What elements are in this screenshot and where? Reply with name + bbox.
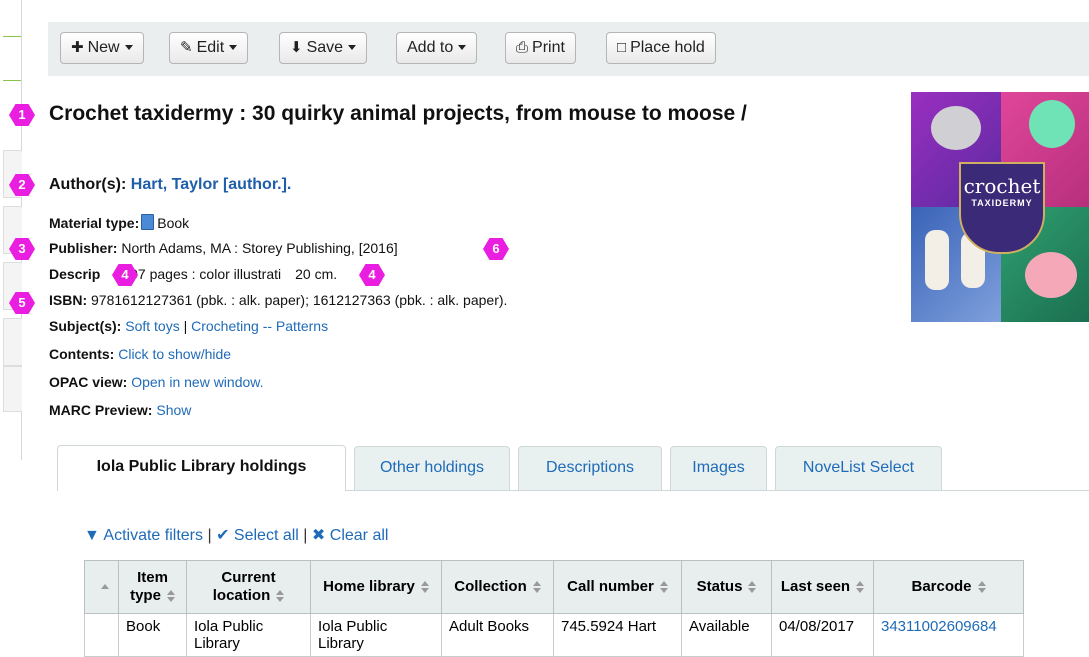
filter-icon: ▼	[84, 527, 100, 544]
publisher-line: Publisher: North Adams, MA : Storey Publ…	[49, 240, 398, 256]
column-header-last-seen[interactable]: Last seen	[771, 560, 874, 614]
author-link[interactable]: Hart, Taylor [author.].	[131, 176, 292, 193]
column-header-home-library[interactable]: Home library	[310, 560, 442, 614]
caret-down-icon	[229, 45, 238, 51]
plus-icon: ✚	[71, 39, 84, 56]
place-hold-button[interactable]: □ Place hold	[606, 32, 716, 64]
tab-other-holdings[interactable]: Other holdings	[354, 446, 510, 490]
sidebar-tab[interactable]	[3, 318, 22, 366]
cell-collection: Adult Books	[441, 613, 554, 657]
tab-descriptions[interactable]: Descriptions	[518, 446, 662, 490]
sort-icon	[856, 581, 865, 594]
subject-link[interactable]: Soft toys	[125, 318, 179, 334]
save-button[interactable]: ⬇ Save	[279, 32, 368, 64]
tab-iola-holdings[interactable]: Iola Public Library holdings	[57, 445, 346, 491]
printer-icon: ⎙	[516, 39, 529, 56]
table-header-row: Item type Current location Home library …	[84, 560, 1024, 614]
tab-images[interactable]: Images	[670, 446, 767, 490]
sort-icon	[977, 581, 986, 594]
sort-icon	[748, 581, 757, 594]
book-icon	[141, 214, 155, 230]
close-icon: ✖	[311, 527, 326, 544]
tab-novelist-select[interactable]: NoveList Select	[775, 446, 942, 490]
add-to-button[interactable]: Add to	[396, 32, 478, 64]
cell-barcode: 34311002609684	[873, 613, 1024, 657]
author-line: Author(s): Hart, Taylor [author.].	[49, 176, 292, 193]
description-line: Descrip 207 pages : color illustrati 20 cm…	[49, 266, 338, 282]
sticky-note-icon: □	[617, 39, 627, 56]
callout-marker: 6	[483, 238, 509, 260]
column-header-status[interactable]: Status	[681, 560, 772, 614]
caret-down-icon	[124, 45, 133, 51]
marc-preview-link[interactable]: Show	[156, 402, 191, 418]
cover-subtitle: TAXIDERMY	[971, 198, 1033, 208]
sidebar-accent	[3, 80, 21, 81]
sort-icon	[659, 581, 668, 594]
sort-asc-icon	[100, 583, 109, 591]
cell-home-library: Iola Public Library	[310, 613, 442, 657]
row-select-cell[interactable]	[84, 613, 119, 657]
cover-title: crochet	[963, 174, 1041, 198]
callout-marker: 4	[359, 264, 385, 286]
select-all-link[interactable]: ✔ Select all	[216, 527, 299, 544]
sort-icon	[276, 590, 285, 603]
subjects-line: Subject(s): Soft toys | Crocheting -- Pa…	[49, 318, 329, 334]
caret-down-icon	[458, 45, 467, 51]
opac-view-line: OPAC view: Open in new window.	[49, 374, 264, 390]
table-row: Book Iola Public Library Iola Public Lib…	[84, 613, 1024, 657]
cell-call-number: 745.5924 Hart	[553, 613, 682, 657]
select-column-header[interactable]	[84, 560, 119, 614]
column-header-barcode[interactable]: Barcode	[873, 560, 1024, 614]
pencil-icon: ✎	[180, 39, 193, 56]
cell-status: Available	[681, 613, 772, 657]
record-toolbar: ✚ New ✎ Edit ⬇ Save Add to ⎙ Print □ Place ho…	[48, 22, 1089, 76]
caret-down-icon	[348, 45, 357, 51]
column-header-call-number[interactable]: Call number	[553, 560, 682, 614]
sidebar-accent	[3, 36, 21, 37]
contents-toggle-link[interactable]: Click to show/hide	[118, 346, 231, 362]
left-sidebar-strip	[0, 0, 22, 652]
subject-link[interactable]: Crocheting -- Patterns	[191, 318, 328, 334]
clear-all-link[interactable]: ✖ Clear all	[312, 527, 389, 544]
sidebar-tab[interactable]	[3, 366, 22, 412]
column-header-collection[interactable]: Collection	[441, 560, 554, 614]
holdings-filter-bar: ▼ Activate filters | ✔ Select all | ✖ Cl…	[84, 527, 389, 544]
opac-view-link[interactable]: Open in new window.	[131, 374, 263, 390]
checkmark-icon: ✔	[216, 527, 230, 544]
record-title: Crochet taxidermy : 30 quirky animal pro…	[49, 102, 747, 125]
cell-item-type: Book	[118, 613, 187, 657]
book-cover-image[interactable]: crochet TAXIDERMY	[911, 92, 1089, 322]
holdings-table: Item type Current location Home library …	[84, 560, 1024, 657]
contents-line: Contents: Click to show/hide	[49, 346, 232, 362]
marc-preview-line: MARC Preview: Show	[49, 402, 192, 418]
print-button[interactable]: ⎙ Print	[505, 32, 576, 64]
isbn-line: ISBN: 9781612127361 (pbk. : alk. paper);…	[49, 292, 508, 308]
download-icon: ⬇	[290, 39, 303, 56]
cell-last-seen: 04/08/2017	[771, 613, 874, 657]
activate-filters-link[interactable]: ▼ Activate filters	[84, 527, 203, 544]
column-header-item-type[interactable]: Item type	[118, 560, 187, 614]
sort-icon	[166, 590, 175, 603]
sort-icon	[420, 581, 429, 594]
column-header-current-location[interactable]: Current location	[186, 560, 311, 614]
cell-current-location: Iola Public Library	[186, 613, 311, 657]
new-button[interactable]: ✚ New	[60, 32, 144, 64]
barcode-link[interactable]: 34311002609684	[881, 618, 997, 635]
sort-icon	[532, 581, 541, 594]
material-type-line: Material type: Book	[49, 214, 190, 231]
edit-button[interactable]: ✎ Edit	[169, 32, 249, 64]
